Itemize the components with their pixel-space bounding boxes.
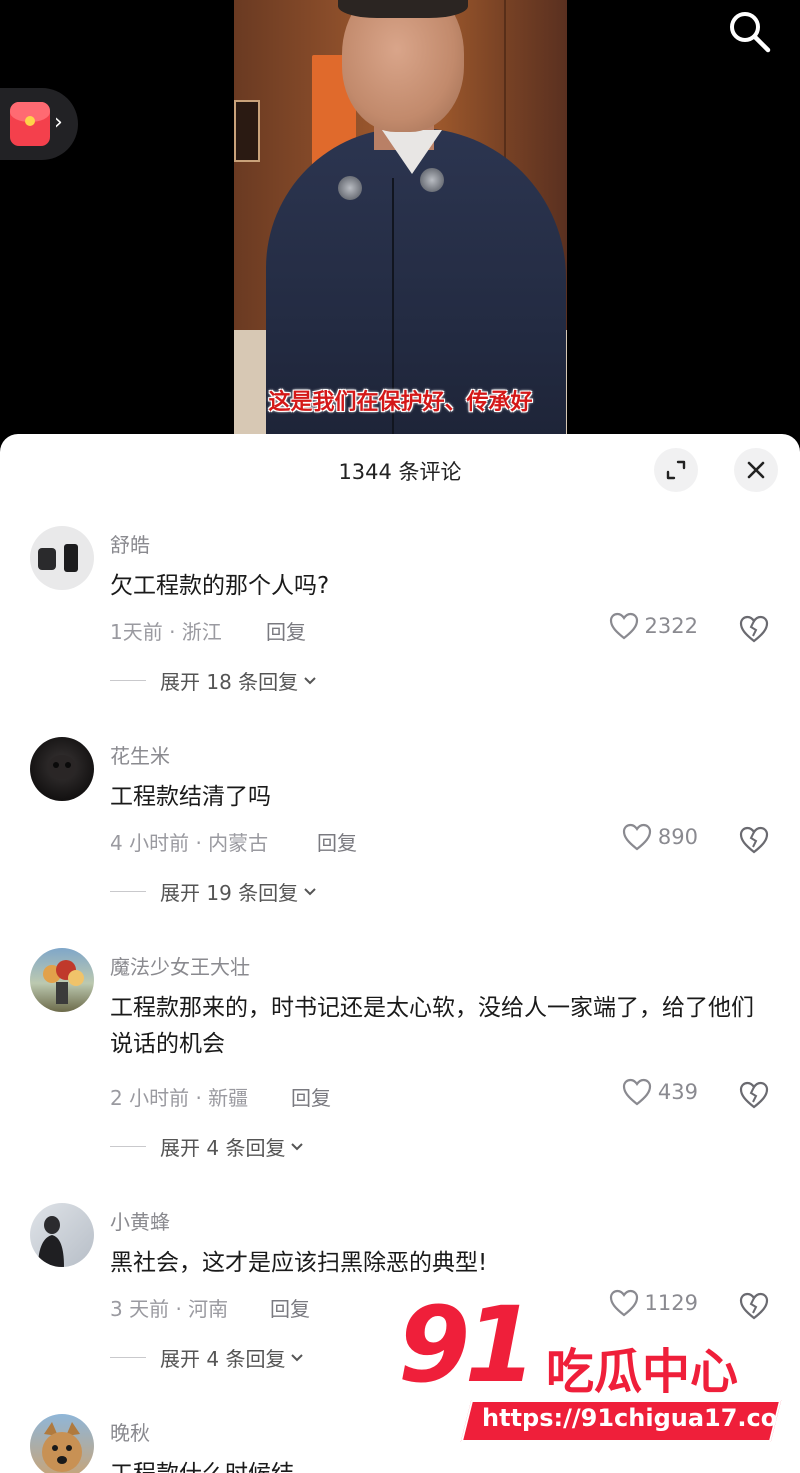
expand-replies-button[interactable]: 展开 19 条回复	[110, 877, 318, 906]
comment-meta: 4 小时前 · 内蒙古	[110, 831, 269, 855]
comment-username[interactable]: 舒皓	[110, 529, 150, 558]
comment-meta: 2 小时前 · 新疆	[110, 1086, 249, 1110]
chevron-right-icon: ›	[54, 110, 63, 135]
expand-replies-label: 展开 19 条回复	[160, 881, 299, 905]
comment-text: 工程款那来的，时书记还是太心软，没给人一家端了，给了他们说话的机会	[110, 995, 754, 1057]
divider	[110, 891, 146, 892]
dislike-button[interactable]	[738, 825, 770, 855]
avatar[interactable]	[30, 737, 94, 801]
close-sheet-button[interactable]	[734, 448, 778, 492]
red-packet-entry[interactable]: ›	[0, 88, 78, 160]
comment-username[interactable]: 小黄蜂	[110, 1206, 170, 1235]
video-frame[interactable]: 这是我们在保护好、传承好	[234, 0, 567, 440]
expand-replies-button[interactable]: 展开 18 条回复	[110, 666, 318, 695]
chevron-down-icon	[291, 1142, 304, 1150]
search-icon	[730, 12, 771, 53]
avatar[interactable]	[30, 1203, 94, 1267]
like-button[interactable]: 890	[622, 823, 698, 851]
like-count: 439	[657, 1080, 698, 1104]
reply-button[interactable]: 回复	[270, 1293, 310, 1322]
wall-picture	[234, 100, 260, 162]
reply-button[interactable]: 回复	[266, 616, 306, 645]
dislike-button[interactable]	[738, 1080, 770, 1110]
broken-heart-icon	[739, 826, 769, 854]
comments-sheet: 1344 条评论 舒皓 欠工程款的那个人吗? 1天前 · 浙江 回复 2322	[0, 434, 800, 1473]
expand-sheet-button[interactable]	[654, 448, 698, 492]
like-count: 890	[657, 825, 698, 849]
watermark-logo: 91 吃瓜中心 https://91chigua17.com	[398, 1290, 800, 1450]
dislike-button[interactable]	[738, 614, 770, 644]
man-head	[342, 0, 464, 132]
avatar[interactable]	[30, 948, 94, 1012]
search-button[interactable]	[726, 8, 772, 54]
comment-item: 魔法少女王大壮 工程款那来的，时书记还是太心软，没给人一家端了，给了他们说话的机…	[0, 948, 800, 1188]
comment-text: 黑社会，这才是应该扫黑除恶的典型!	[110, 1250, 488, 1276]
heart-icon	[609, 612, 638, 640]
expand-replies-button[interactable]: 展开 4 条回复	[110, 1343, 305, 1372]
video-player[interactable]: 这是我们在保护好、传承好 ›	[0, 0, 800, 440]
comment-text: 工程款什么时候结	[110, 1456, 760, 1473]
comment-username[interactable]: 魔法少女王大壮	[110, 951, 250, 980]
reply-button[interactable]: 回复	[317, 827, 357, 856]
heart-icon	[622, 823, 652, 851]
close-icon	[747, 461, 765, 479]
man-hair	[338, 0, 468, 18]
like-count: 2322	[644, 614, 698, 638]
comment-item: 舒皓 欠工程款的那个人吗? 1天前 · 浙江 回复 2322 展开 18 条回复	[0, 526, 800, 726]
comment-item: 花生米 工程款结清了吗 4 小时前 · 内蒙古 回复 890 展开 19 条回复	[0, 737, 800, 937]
lapel-mic	[338, 176, 362, 200]
divider	[110, 1146, 146, 1147]
reply-button[interactable]: 回复	[291, 1082, 331, 1111]
chevron-down-icon	[304, 887, 316, 895]
heart-icon	[622, 1078, 652, 1106]
chevron-down-icon	[304, 676, 316, 684]
chevron-down-icon	[291, 1353, 304, 1361]
comment-text: 工程款结清了吗	[110, 784, 271, 810]
divider	[110, 1357, 146, 1358]
broken-heart-icon	[739, 615, 769, 643]
comment-text: 欠工程款的那个人吗?	[110, 573, 330, 599]
expand-replies-button[interactable]: 展开 4 条回复	[110, 1132, 305, 1161]
like-button[interactable]: 2322	[609, 612, 698, 640]
comment-meta: 3 天前 · 河南	[110, 1297, 229, 1321]
avatar[interactable]	[30, 1414, 94, 1473]
expand-replies-label: 展开 4 条回复	[160, 1136, 286, 1160]
watermark-name: 吃瓜中心	[546, 1344, 739, 1400]
divider	[110, 680, 146, 681]
lapel-mic	[420, 168, 444, 192]
watermark-url: https://91chigua17.com	[482, 1404, 800, 1432]
expand-replies-label: 展开 4 条回复	[160, 1347, 286, 1371]
comment-username[interactable]: 花生米	[110, 740, 170, 769]
watermark-number: 91	[398, 1284, 537, 1406]
comment-username[interactable]: 晚秋	[110, 1417, 150, 1446]
video-subtitle: 这是我们在保护好、传承好	[268, 390, 533, 415]
comment-meta: 1天前 · 浙江	[110, 620, 222, 644]
expand-replies-label: 展开 18 条回复	[160, 670, 299, 694]
avatar[interactable]	[30, 526, 94, 590]
like-button[interactable]: 439	[622, 1078, 698, 1106]
broken-heart-icon	[739, 1081, 769, 1109]
red-packet-icon	[10, 102, 50, 146]
expand-icon	[666, 460, 686, 480]
